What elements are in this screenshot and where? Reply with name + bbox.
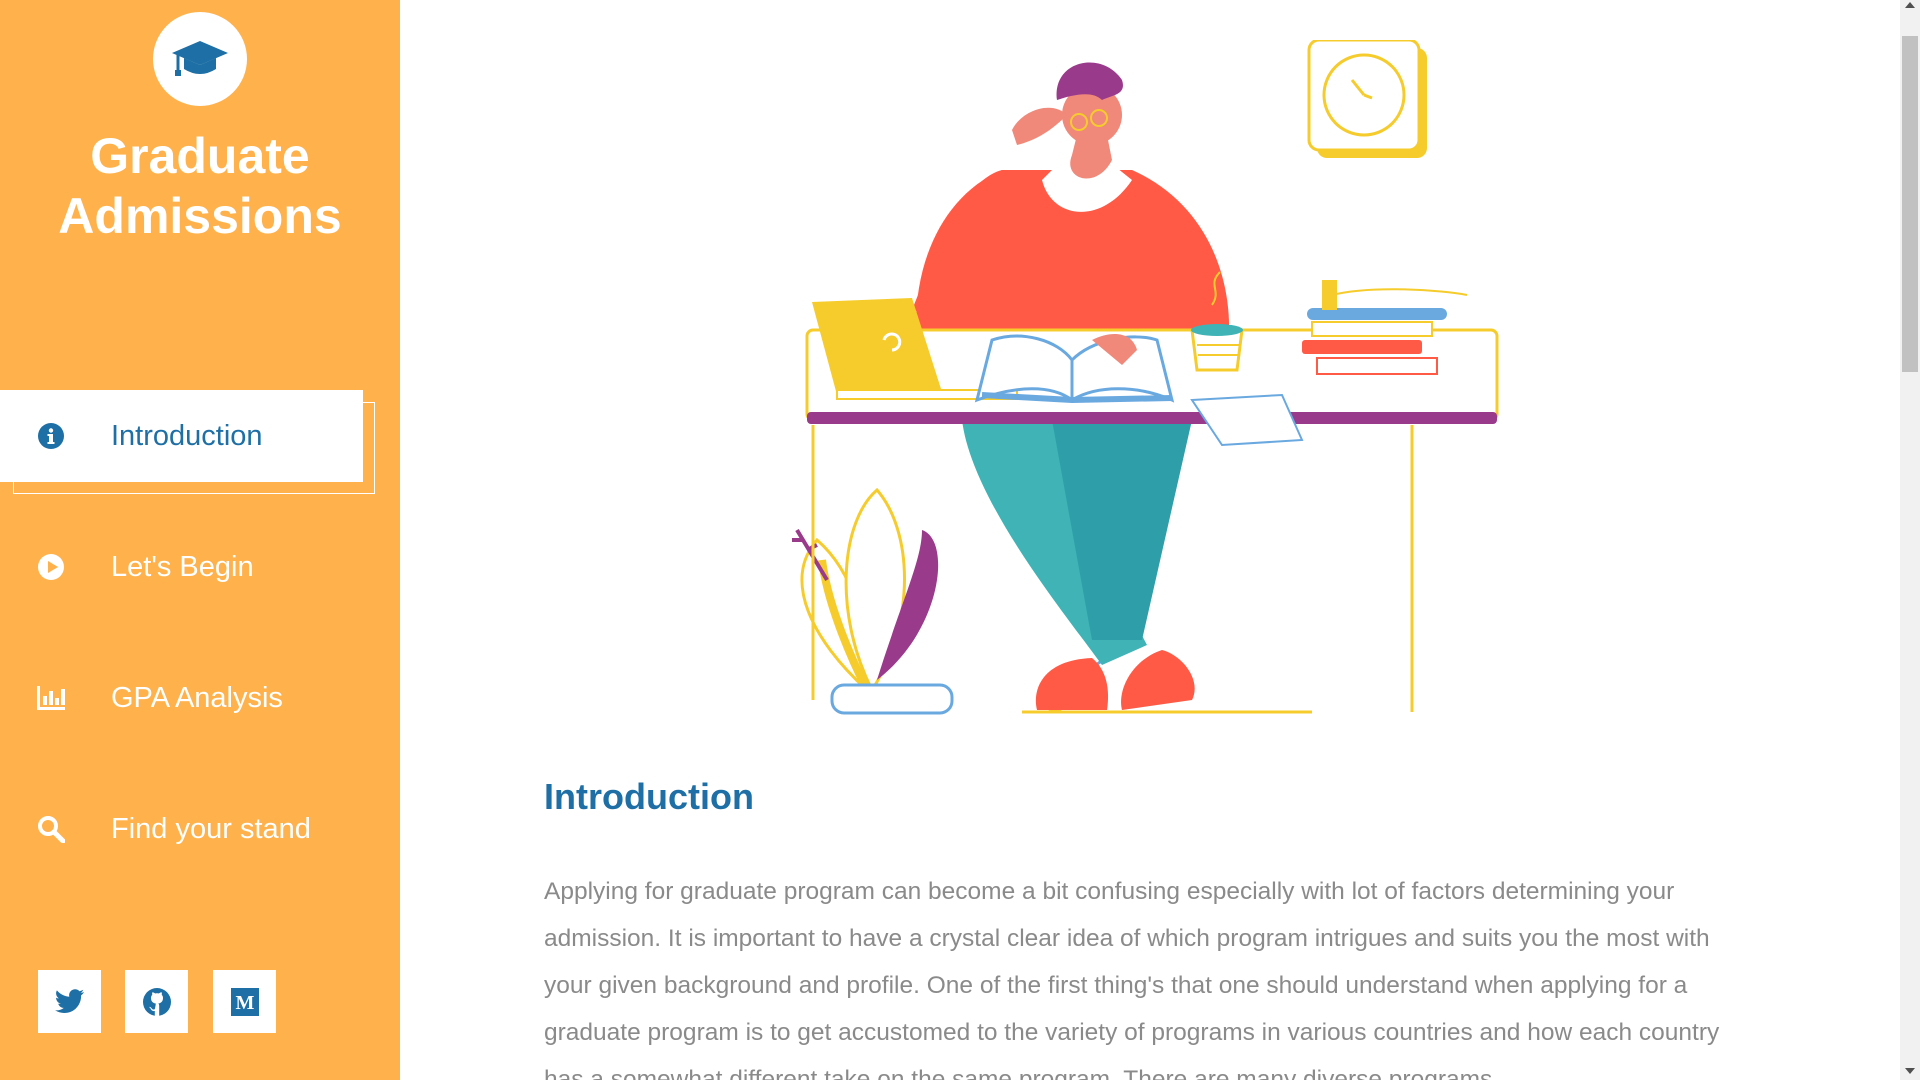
app-title-line2: Admissions — [58, 188, 342, 244]
medium-icon: M — [230, 987, 259, 1016]
github-icon — [142, 987, 171, 1016]
twitter-icon — [54, 988, 84, 1013]
section-title: Introduction — [544, 776, 754, 817]
twitter-button[interactable] — [38, 970, 101, 1033]
main-content: Introduction Applying for graduate progr… — [400, 0, 1900, 1080]
scroll-up-arrow-icon[interactable] — [1905, 2, 1915, 8]
bar-chart-icon — [36, 683, 66, 713]
app-title-line1: Graduate — [90, 128, 310, 184]
play-circle-icon — [36, 552, 66, 582]
medium-button[interactable]: M — [213, 970, 276, 1033]
github-button[interactable] — [125, 970, 188, 1033]
nav-label: GPA Analysis — [111, 681, 283, 714]
search-icon — [36, 814, 66, 844]
sidebar: Graduate Admissions Introduction Let's B… — [0, 0, 400, 1080]
nav-label: Introduction — [111, 419, 263, 452]
nav-item-gpa-analysis[interactable]: GPA Analysis — [0, 652, 400, 744]
nav-item-lets-begin[interactable]: Let's Begin — [0, 521, 400, 613]
nav-item-find-your-stand[interactable]: Find your stand — [0, 783, 400, 875]
scrollbar-thumb[interactable] — [1902, 36, 1918, 372]
scroll-down-arrow-icon[interactable] — [1905, 1068, 1915, 1074]
graduation-cap-icon — [172, 41, 228, 76]
nav-label: Find your stand — [111, 812, 311, 845]
logo[interactable] — [153, 12, 247, 106]
student-at-desk-illustration — [792, 40, 1499, 715]
app-title: Graduate Admissions — [0, 126, 400, 246]
nav-item-introduction[interactable]: Introduction — [0, 390, 363, 482]
intro-paragraph: Applying for graduate program can become… — [544, 878, 1720, 1080]
nav-label: Let's Begin — [111, 550, 254, 583]
app-window: Graduate Admissions Introduction Let's B… — [0, 0, 1920, 1080]
info-circle-icon — [36, 421, 66, 451]
page-scrollbar[interactable] — [1900, 0, 1920, 1080]
medium-glyph: M — [235, 992, 254, 1014]
